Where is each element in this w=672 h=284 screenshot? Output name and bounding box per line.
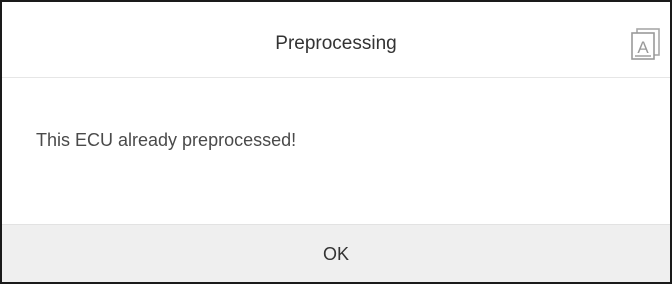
ok-button[interactable]: OK [2, 225, 670, 283]
dialog-title: Preprocessing [275, 33, 397, 54]
translate-a-icon: A [631, 28, 660, 60]
dialog-message: This ECU already preprocessed! [36, 130, 297, 150]
dialog-header: Preprocessing A [2, 2, 670, 78]
translate-button[interactable]: A [630, 27, 662, 61]
dialog-footer: OK [2, 224, 670, 282]
dialog-body: This ECU already preprocessed! [2, 78, 670, 224]
svg-text:A: A [637, 38, 649, 57]
preprocessing-dialog: Preprocessing A This ECU already preproc… [0, 0, 672, 284]
